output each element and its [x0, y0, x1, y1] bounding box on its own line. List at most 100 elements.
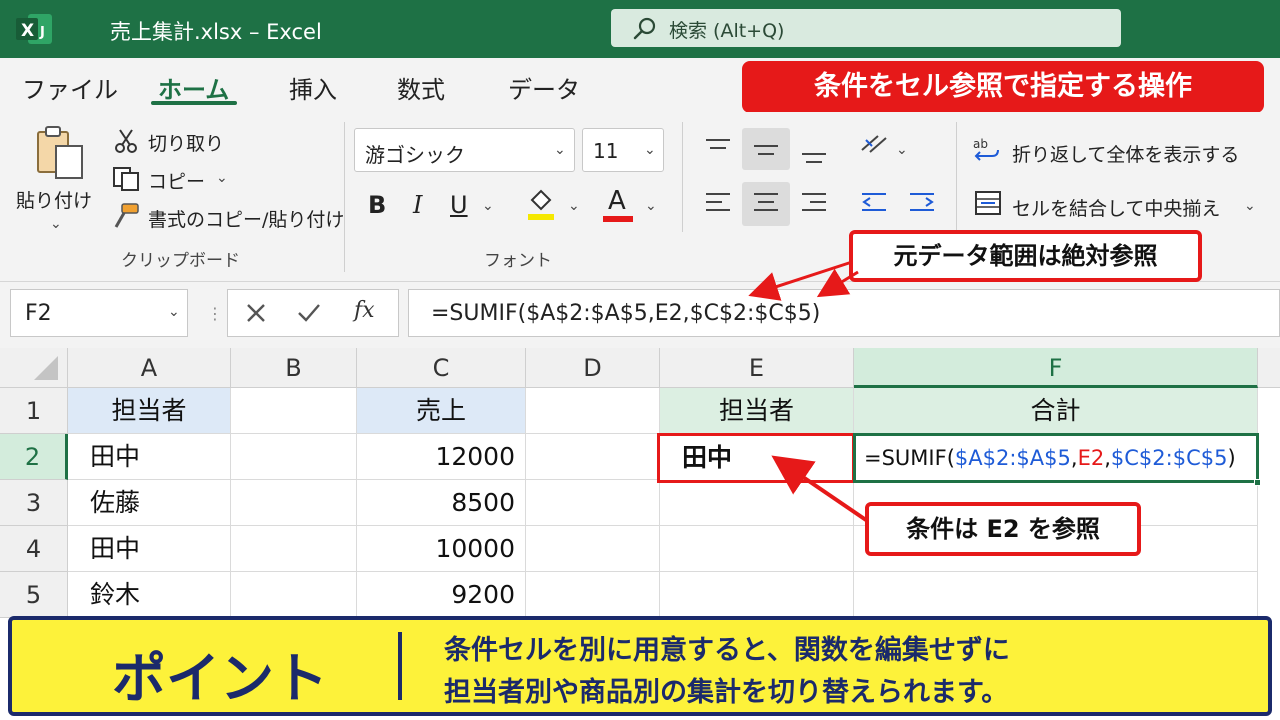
fill-handle[interactable]: [1254, 479, 1261, 486]
svg-text:X: X: [21, 21, 34, 41]
cell-e5[interactable]: [660, 572, 854, 618]
formula-input[interactable]: =SUMIF($A$2:$A$5,E2,$C$2:$C$5): [408, 289, 1280, 337]
clipboard-group-label: クリップボード: [121, 251, 240, 271]
window-title: 売上集計.xlsx – Excel: [110, 20, 322, 44]
font-name-select[interactable]: 游ゴシック: [354, 128, 575, 172]
cell-b5[interactable]: [231, 572, 357, 618]
copy-button[interactable]: コピー: [148, 167, 205, 194]
condition-callout: 条件は E2 を参照: [865, 502, 1141, 556]
tab-file[interactable]: ファイル: [22, 70, 118, 105]
cancel-icon[interactable]: [244, 301, 268, 325]
cell-d4[interactable]: [526, 526, 660, 572]
cell-d5[interactable]: [526, 572, 660, 618]
cell-b1[interactable]: [231, 388, 357, 434]
point-text-line-2: 担当者別や商品別の集計を切り替えられます。: [444, 677, 1009, 708]
underline-dropdown-icon[interactable]: ⌄: [482, 198, 494, 214]
cell-b3[interactable]: [231, 480, 357, 526]
name-box[interactable]: F2: [10, 289, 188, 337]
cell-e1[interactable]: 担当者: [660, 388, 854, 434]
scissors-icon: [115, 129, 137, 153]
cell-f1[interactable]: 合計: [854, 388, 1258, 434]
ribbon-separator: [956, 122, 957, 232]
cell-c3[interactable]: 8500: [357, 480, 526, 526]
formula-comma: ,: [1070, 446, 1078, 470]
cell-c5[interactable]: 9200: [357, 572, 526, 618]
cell-a4[interactable]: 田中: [68, 526, 231, 572]
font-color-button[interactable]: A: [608, 186, 626, 216]
cell-c2[interactable]: 12000: [357, 434, 526, 480]
column-header-e[interactable]: E: [660, 348, 854, 388]
insert-function-button[interactable]: fx: [354, 298, 375, 323]
cut-button[interactable]: 切り取り: [148, 129, 224, 156]
copy-dropdown-icon[interactable]: ⌄: [216, 170, 228, 186]
cell-f5[interactable]: [854, 572, 1258, 618]
tab-home[interactable]: ホーム: [158, 70, 229, 105]
cell-e2[interactable]: 田中: [657, 433, 855, 483]
name-box-dropdown-icon[interactable]: ⌄: [168, 304, 180, 320]
row-header-4[interactable]: 4: [0, 526, 68, 572]
formula-bar-grip: ⋮: [207, 304, 223, 323]
font-color-dropdown-icon[interactable]: ⌄: [645, 198, 657, 214]
italic-button[interactable]: I: [413, 191, 422, 219]
enter-check-icon[interactable]: [296, 301, 322, 325]
font-group-label: フォント: [484, 251, 552, 271]
point-title: ポイント: [112, 647, 328, 710]
cell-b4[interactable]: [231, 526, 357, 572]
paste-button[interactable]: 貼り付け: [16, 186, 92, 213]
fill-color-dropdown-icon[interactable]: ⌄: [568, 198, 580, 214]
column-header-a[interactable]: A: [68, 348, 231, 388]
row-header-5[interactable]: 5: [0, 572, 68, 618]
merge-dropdown-icon[interactable]: ⌄: [1244, 198, 1256, 214]
row-header-1[interactable]: 1: [0, 388, 68, 434]
orientation-dropdown-icon[interactable]: ⌄: [896, 142, 908, 158]
format-painter-icon: [114, 203, 139, 228]
underline-button[interactable]: U: [450, 191, 468, 219]
formula-range-ref: $A$2:$A$5: [954, 446, 1071, 470]
font-name-dropdown-icon[interactable]: ⌄: [554, 142, 566, 158]
column-header-f[interactable]: F: [854, 348, 1258, 388]
svg-text:J: J: [39, 25, 45, 40]
point-divider: [398, 632, 402, 700]
cell-c4[interactable]: 10000: [357, 526, 526, 572]
copy-icon: [113, 167, 139, 191]
format-painter-button[interactable]: 書式のコピー/貼り付け: [148, 205, 344, 232]
formula-sum-range-ref: $C$2:$C$5: [1110, 446, 1228, 470]
cell-e4[interactable]: [660, 526, 854, 572]
merge-center-button[interactable]: セルを結合して中央揃え: [1012, 194, 1220, 221]
column-header-b[interactable]: B: [231, 348, 357, 388]
search-box[interactable]: 検索 (Alt+Q): [611, 9, 1121, 47]
ribbon-separator: [682, 122, 683, 232]
cell-d2[interactable]: [526, 434, 660, 480]
cell-d3[interactable]: [526, 480, 660, 526]
formula-comma: ,: [1104, 446, 1111, 470]
fill-color-icon[interactable]: [526, 186, 556, 222]
tab-formulas[interactable]: 数式: [397, 70, 445, 105]
column-header-c[interactable]: C: [357, 348, 526, 388]
cell-a2[interactable]: 田中: [68, 434, 231, 480]
cell-d1[interactable]: [526, 388, 660, 434]
tab-data[interactable]: データ: [508, 70, 580, 105]
paste-dropdown-icon[interactable]: ⌄: [50, 216, 62, 232]
wrap-text-button[interactable]: 折り返して全体を表示する: [1012, 140, 1239, 167]
cell-a3[interactable]: 佐藤: [68, 480, 231, 526]
cell-c1[interactable]: 売上: [357, 388, 526, 434]
cell-e3[interactable]: [660, 480, 854, 526]
cell-a5[interactable]: 鈴木: [68, 572, 231, 618]
column-header-d[interactable]: D: [526, 348, 660, 388]
row-header-3[interactable]: 3: [0, 480, 68, 526]
cell-a1[interactable]: 担当者: [68, 388, 231, 434]
paste-icon[interactable]: [34, 124, 86, 182]
tab-insert[interactable]: 挿入: [289, 70, 337, 105]
excel-logo-icon: X J: [16, 14, 52, 44]
row-header-2[interactable]: 2: [0, 434, 68, 480]
absolute-reference-callout: 元データ範囲は絶対参照: [849, 230, 1202, 282]
font-size-dropdown-icon[interactable]: ⌄: [644, 142, 656, 158]
point-text-line-1: 条件セルを別に用意すると、関数を編集せずに: [444, 635, 1010, 666]
formula-close: ): [1227, 446, 1236, 470]
cell-f2-active[interactable]: =SUMIF($A$2:$A$5,E2,$C$2:$C$5): [853, 433, 1259, 483]
svg-text:ab: ab: [973, 137, 988, 151]
bold-button[interactable]: B: [368, 191, 386, 219]
select-all-corner[interactable]: [0, 348, 68, 388]
column-header-g[interactable]: [1258, 348, 1280, 388]
cell-b2[interactable]: [231, 434, 357, 480]
